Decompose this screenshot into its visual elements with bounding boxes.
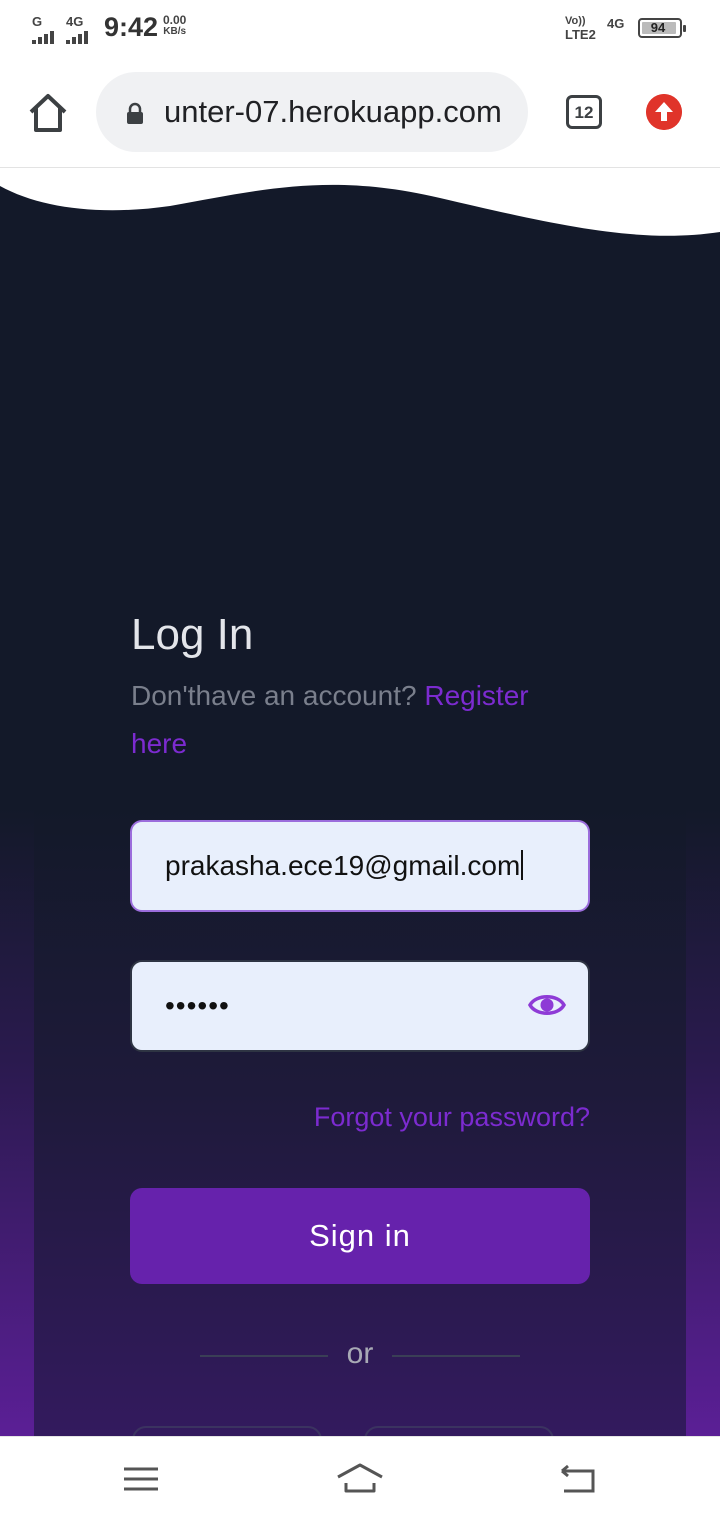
header-wave — [0, 168, 720, 236]
password-field[interactable]: •••••• — [130, 960, 590, 1052]
update-arrow-icon[interactable] — [646, 94, 682, 130]
email-text: prakasha.ece19@gmail.com — [165, 850, 521, 881]
home-icon[interactable] — [26, 91, 70, 135]
network-speed-unit: KB/s — [163, 26, 187, 37]
social-login-button-right[interactable] — [364, 1426, 554, 1436]
signal-sim1: G — [32, 14, 54, 44]
battery-icon: 94 — [638, 18, 686, 38]
register-prompt: Don'thave an account? Register here — [131, 672, 591, 768]
or-divider: or — [200, 1336, 520, 1376]
signal-bars-icon — [66, 31, 88, 44]
menu-icon[interactable] — [121, 1461, 161, 1497]
battery-level: 94 — [650, 20, 666, 35]
network-type: 4G — [607, 16, 625, 31]
url-text[interactable]: unter-07.herokuapp.com — [164, 94, 516, 130]
social-login-button-left[interactable] — [132, 1426, 322, 1436]
network-speed-value: 0.00 — [163, 13, 187, 27]
network-speed: 0.00 KB/s — [163, 14, 186, 38]
volte-indicator: Vo)) LTE2 — [565, 14, 596, 42]
lock-icon — [127, 102, 143, 124]
email-field[interactable]: prakasha.ece19@gmail.com — [130, 820, 590, 912]
email-value[interactable]: prakasha.ece19@gmail.com — [165, 850, 524, 882]
system-nav-bar — [0, 1436, 720, 1520]
address-bar[interactable]: unter-07.herokuapp.com — [96, 72, 528, 152]
volte-label: Vo)) — [565, 15, 586, 27]
forgot-password-link[interactable]: Forgot your password? — [314, 1102, 590, 1133]
signal-sim2-label: 4G — [66, 14, 84, 29]
signal-sim1-label: G — [32, 14, 43, 29]
no-account-text: Don'thave an account? — [131, 680, 425, 711]
sign-in-button[interactable]: Sign in — [130, 1188, 590, 1284]
browser-toolbar: unter-07.herokuapp.com 12 — [0, 56, 720, 168]
battery-tip — [683, 25, 686, 32]
text-cursor — [521, 850, 524, 880]
login-page: Log In Don'thave an account? Register he… — [0, 168, 720, 1436]
eye-icon[interactable] — [528, 990, 566, 1020]
signal-bars-icon — [32, 31, 54, 44]
page-title: Log In — [131, 610, 254, 659]
signal-sim2: 4G — [66, 14, 88, 44]
tabs-counter-icon[interactable]: 12 — [566, 95, 602, 129]
clock: 9:42 — [104, 12, 159, 42]
nav-home-icon[interactable] — [336, 1461, 384, 1497]
or-text: or — [346, 1337, 374, 1370]
lte-label: LTE2 — [565, 27, 596, 42]
back-icon[interactable] — [558, 1461, 598, 1497]
status-bar: G 4G 9:42 0.00 KB/s Vo)) LTE2 4G 94 — [0, 0, 720, 56]
password-value[interactable]: •••••• — [165, 990, 230, 1022]
divider-line-right — [392, 1355, 520, 1357]
